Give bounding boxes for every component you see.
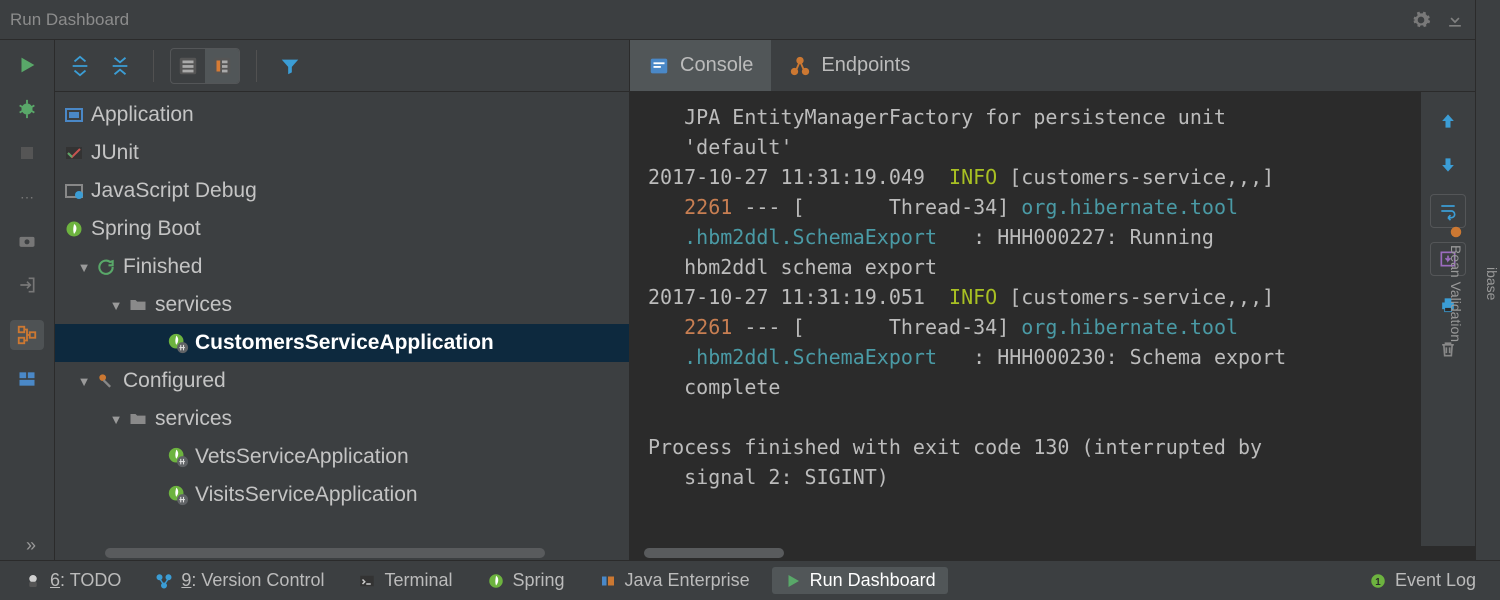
tree-label: Application [87,103,194,127]
spring-run-icon [165,446,191,468]
panel-title: Run Dashboard [10,10,1411,30]
stop-icon[interactable] [10,138,44,168]
chevron-down-icon: ▼ [107,412,125,427]
refresh-icon [93,257,119,277]
event-log-icon: 1 [1369,572,1387,590]
group-by-type-icon[interactable] [171,49,205,83]
application-icon [61,105,87,125]
right-tool-stripe: ibase Bean Validation [1475,0,1500,560]
sb-event-log[interactable]: 1 Event Log [1357,567,1488,594]
arrow-up-icon[interactable] [1431,106,1465,136]
tree-node-springboot[interactable]: Spring Boot [55,210,629,248]
run-icon [784,572,802,590]
tree-node-visits-service[interactable]: VisitsServiceApplication [55,476,629,514]
bean-icon [1449,225,1463,239]
debug-icon[interactable] [10,94,44,124]
vcs-icon [155,572,173,590]
console-h-scrollbar[interactable] [630,546,1475,560]
chevron-down-icon: ▼ [107,298,125,313]
tree-node-junit[interactable]: JUnit [55,134,629,172]
arrow-down-icon[interactable] [1431,150,1465,180]
svg-text:1: 1 [1375,576,1381,587]
tree-label: services [151,293,232,317]
console-icon [648,55,670,77]
tree-node-finished[interactable]: ▼ Finished [55,248,629,286]
todo-icon [24,572,42,590]
tree-node-services2[interactable]: ▼ services [55,400,629,438]
console-output[interactable]: JPA EntityManagerFactory for persistence… [630,92,1420,546]
wrench-icon [93,371,119,391]
endpoints-icon [789,55,811,77]
collapse-all-icon[interactable] [103,49,137,83]
javaee-icon [599,572,617,590]
sb-java-enterprise[interactable]: Java Enterprise [587,567,762,594]
chevron-down-icon: ▼ [75,260,93,275]
spring-run-icon [165,332,191,354]
tree-label: Configured [119,369,226,393]
tree-node-customers-service[interactable]: CustomersServiceApplication [55,324,629,362]
dots-icon[interactable]: ⋯ [10,182,44,212]
sb-run-dashboard[interactable]: Run Dashboard [772,567,948,594]
expand-all-icon[interactable] [63,49,97,83]
folder-icon [125,409,151,429]
tree-label: VisitsServiceApplication [191,483,418,507]
layout-icon[interactable] [10,364,44,394]
spring-icon [487,572,505,590]
camera-icon[interactable] [10,226,44,256]
exit-icon[interactable] [10,270,44,300]
tab-label: Console [680,54,753,77]
filter-icon[interactable] [273,49,307,83]
left-action-strip: ⋯ » [0,40,55,560]
tree-node-services[interactable]: ▼ services [55,286,629,324]
tab-console[interactable]: Console [630,40,771,91]
gutter-ibase[interactable]: ibase [1484,267,1500,300]
tree-label: JavaScript Debug [87,179,257,203]
jsdebug-icon [61,181,87,201]
folder-icon [125,295,151,315]
tree-node-configured[interactable]: ▼ Configured [55,362,629,400]
gear-icon[interactable] [1411,10,1431,30]
console-tabs: Console Endpoints [630,40,1475,92]
run-icon[interactable] [10,50,44,80]
run-configurations-tree[interactable]: Application JUnit JavaScript Debug Sprin… [55,92,629,546]
terminal-icon [358,572,376,590]
spring-run-icon [165,484,191,506]
tree-node-jsdebug[interactable]: JavaScript Debug [55,172,629,210]
download-icon[interactable] [1445,10,1465,30]
tree-h-scrollbar[interactable] [55,546,629,560]
panel-header: Run Dashboard [0,0,1475,40]
soft-wrap-icon[interactable] [1430,194,1466,228]
group-by-status-icon[interactable] [205,49,239,83]
tree-label: CustomersServiceApplication [191,331,494,355]
run-tree-panel: Application JUnit JavaScript Debug Sprin… [55,40,630,560]
chevron-down-icon: ▼ [75,374,93,389]
tab-label: Endpoints [821,54,910,77]
spring-icon [61,219,87,239]
tree-label: services [151,407,232,431]
tab-endpoints[interactable]: Endpoints [771,40,928,91]
sb-terminal[interactable]: Terminal [346,567,464,594]
tree-label: JUnit [87,141,139,165]
tree-toolbar [55,40,629,92]
structure-icon[interactable] [10,320,44,350]
junit-icon [61,143,87,163]
sb-spring[interactable]: Spring [475,567,577,594]
tree-label: Finished [119,255,202,279]
console-panel: Console Endpoints JPA EntityManagerFacto… [630,40,1475,560]
status-bar: 6: TODO 9: Version Control Terminal Spri… [0,560,1500,600]
sb-todo[interactable]: 6: TODO [12,567,133,594]
tree-node-vets-service[interactable]: VetsServiceApplication [55,438,629,476]
tree-label: VetsServiceApplication [191,445,409,469]
tree-node-application[interactable]: Application [55,96,629,134]
tree-label: Spring Boot [87,217,201,241]
more-icon[interactable]: » [18,535,36,560]
gutter-bean-validation[interactable]: Bean Validation [1448,225,1464,342]
sb-version-control[interactable]: 9: Version Control [143,567,336,594]
